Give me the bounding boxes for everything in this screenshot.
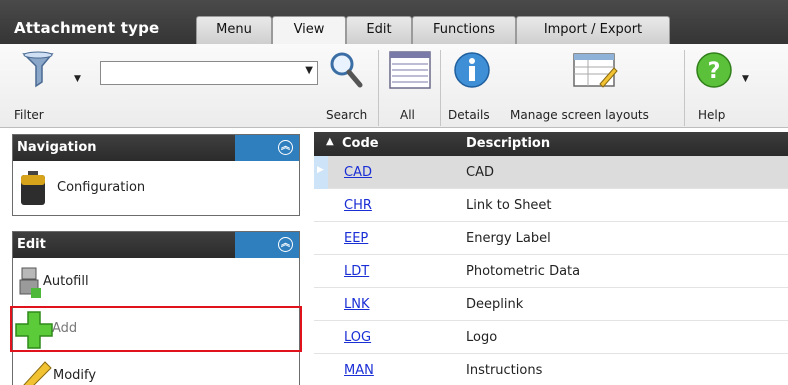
edit-item-modify[interactable]: Modify [13,352,299,385]
description-cell: Link to Sheet [466,198,552,213]
robot-icon [19,267,41,298]
code-link[interactable]: MAN [344,363,374,378]
edit-item-autofill[interactable]: Autofill [13,258,299,306]
search-icon[interactable] [328,50,364,90]
table-row[interactable]: EEP Energy Label [314,222,788,255]
tab-import-export[interactable]: Import / Export [516,16,670,44]
code-link[interactable]: LOG [344,330,371,345]
svg-text:?: ? [708,59,721,84]
table-row[interactable]: LOG Logo [314,321,788,354]
search-input[interactable]: ▼ [100,61,318,85]
edit-item-label: Modify [53,368,97,383]
code-link[interactable]: CHR [344,198,372,213]
help-icon[interactable]: ? [694,50,738,90]
layout-edit-icon[interactable] [570,50,620,90]
separator [378,50,379,126]
table-row[interactable]: LNK Deeplink [314,288,788,321]
navigation-collapse-area: ︽ [235,135,299,161]
description-cell: Energy Label [466,231,551,246]
grid-header: ▲ Code Description [314,132,788,156]
all-list-icon[interactable] [388,50,432,90]
edit-collapse-area: ︽ [235,232,299,258]
chevron-down-icon[interactable]: ▼ [305,65,313,76]
manage-layouts-label[interactable]: Manage screen layouts [510,108,649,122]
description-cell: CAD [466,165,494,180]
ribbon-toolbar: ▼ Filter ▼ Search All Details Manage scr… [0,44,788,128]
code-link[interactable]: LNK [344,297,370,312]
navigation-title: Navigation [17,140,97,155]
all-label[interactable]: All [400,108,415,122]
edit-item-label: Add [52,321,78,336]
attachment-type-grid: ▲ Code Description ▶ CAD CAD CHR Link to… [314,132,788,385]
tab-menu[interactable]: Menu [196,16,272,44]
column-header-code[interactable]: Code [342,136,379,151]
table-row[interactable]: LDT Photometric Data [314,255,788,288]
edit-item-add[interactable]: Add [10,306,302,352]
collapse-icon[interactable]: ︽ [278,140,293,155]
edit-item-label: Autofill [43,274,89,289]
nav-item-configuration[interactable]: Configuration [13,167,299,209]
code-link[interactable]: CAD [344,165,372,180]
app-title: Attachment type [14,19,160,37]
filter-label: Filter [14,108,44,122]
search-label[interactable]: Search [326,108,367,122]
edit-title: Edit [17,237,46,252]
title-bar: Attachment type Menu View Edit Functions… [0,0,788,45]
row-marker: ▶ [314,156,328,189]
help-label[interactable]: Help [698,108,725,122]
nav-item-label: Configuration [57,180,146,195]
separator [684,50,685,126]
table-row[interactable]: MAN Instructions [314,354,788,385]
collapse-icon[interactable]: ︽ [278,237,293,252]
description-cell: Deeplink [466,297,524,312]
description-cell: Photometric Data [466,264,581,279]
column-header-description[interactable]: Description [466,136,550,151]
table-row[interactable]: ▶ CAD CAD [314,156,788,189]
code-link[interactable]: EEP [344,231,368,246]
navigation-header: Navigation ︽ [13,135,299,161]
battery-icon [21,171,45,205]
help-dropdown-icon[interactable]: ▼ [742,74,749,84]
navigation-panel: Navigation ︽ Configuration [12,134,300,216]
code-link[interactable]: LDT [344,264,369,279]
description-cell: Instructions [466,363,543,378]
plus-icon [15,311,53,349]
tab-view[interactable]: View [272,16,346,45]
info-icon[interactable] [450,50,494,90]
details-label[interactable]: Details [448,108,490,122]
table-row[interactable]: CHR Link to Sheet [314,189,788,222]
sort-asc-icon[interactable]: ▲ [326,136,334,147]
tab-edit[interactable]: Edit [346,16,412,44]
filter-dropdown-icon[interactable]: ▼ [74,74,81,84]
edit-header: Edit ︽ [13,232,299,258]
filter-icon[interactable] [22,50,74,90]
description-cell: Logo [466,330,498,345]
pencil-icon [23,361,52,385]
edit-panel: Edit ︽ Autofill Add Modify [10,231,302,385]
tab-functions[interactable]: Functions [412,16,516,44]
separator [440,50,441,126]
